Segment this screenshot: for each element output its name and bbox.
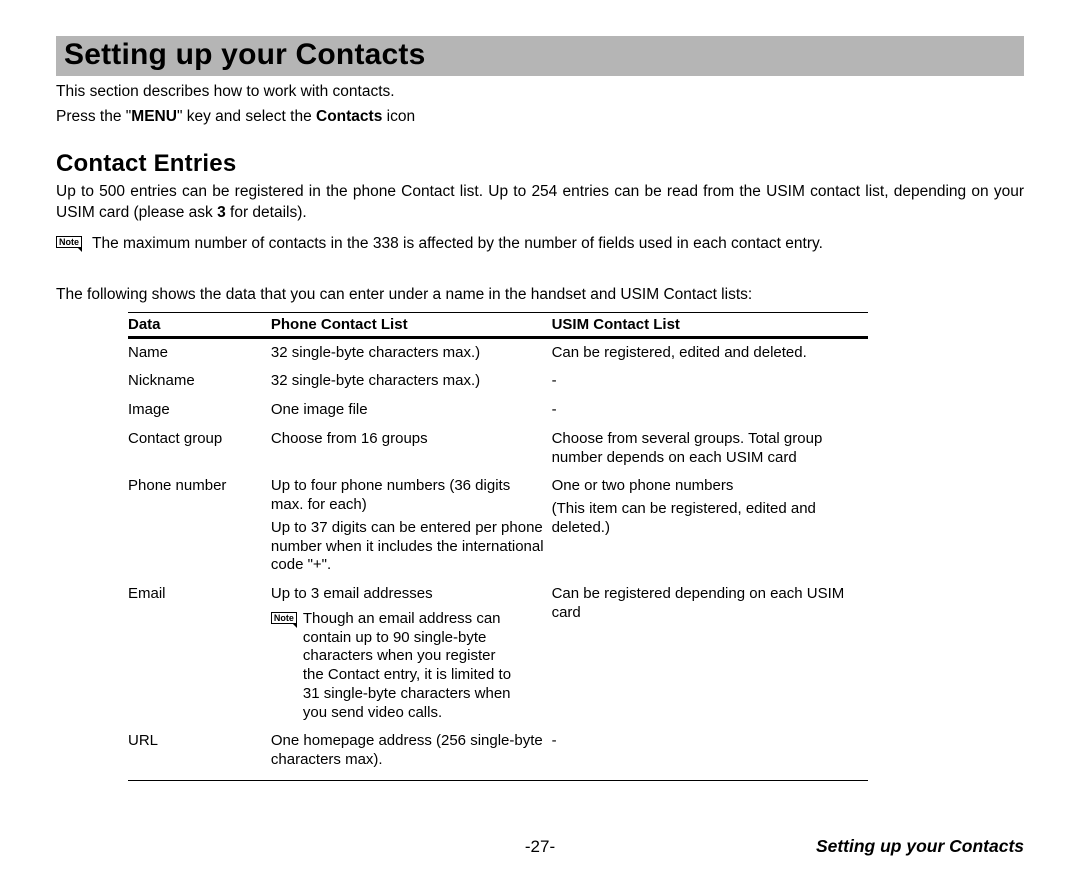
table-row: Name 32 single-byte characters max.) Can…	[128, 337, 868, 367]
cell-usim: Choose from several groups. Total group …	[552, 425, 868, 473]
cell-data: Phone number	[128, 472, 271, 580]
page-title: Setting up your Contacts	[64, 38, 1016, 72]
instruction-post: icon	[382, 108, 415, 125]
footer-title: Setting up your Contacts	[764, 836, 1024, 857]
intro-text: This section describes how to work with …	[56, 82, 1024, 103]
cell-phone: 32 single-byte characters max.)	[271, 367, 552, 396]
page-number: -27-	[316, 837, 764, 857]
cell-usim: -	[552, 396, 868, 425]
cell-phone: Up to 3 email addresses Note Though an e…	[271, 580, 552, 727]
cell-phone-main: Up to 3 email addresses	[271, 585, 544, 604]
instruction-pre: Press the "	[56, 108, 131, 125]
cell-phone: One image file	[271, 396, 552, 425]
cell-phone: Choose from 16 groups	[271, 425, 552, 473]
cell-phone: Up to four phone numbers (36 digits max.…	[271, 472, 552, 580]
instruction-contacts: Contacts	[316, 108, 382, 125]
table-row: Contact group Choose from 16 groups Choo…	[128, 425, 868, 473]
note-icon: Note	[271, 612, 297, 624]
page-title-bar: Setting up your Contacts	[56, 36, 1024, 76]
inline-note-text: Though an email address can contain up t…	[303, 610, 518, 723]
cell-usim-main: One or two phone numbers	[552, 477, 860, 496]
cell-phone-extra: Up to 37 digits can be entered per phone…	[271, 519, 544, 575]
cell-data: Contact group	[128, 425, 271, 473]
inline-note: Note Though an email address can contain…	[271, 610, 544, 723]
section-heading: Contact Entries	[56, 150, 1024, 178]
table-row: Nickname 32 single-byte characters max.)…	[128, 367, 868, 396]
col-header-usim: USIM Contact List	[552, 312, 868, 337]
page-footer: -27- Setting up your Contacts	[0, 836, 1080, 857]
instruction-mid: " key and select the	[177, 108, 316, 125]
cell-data: URL	[128, 727, 271, 780]
cell-usim: One or two phone numbers (This item can …	[552, 472, 868, 580]
cell-data: Email	[128, 580, 271, 727]
cell-data: Name	[128, 337, 271, 367]
note-block: Note The maximum number of contacts in t…	[56, 234, 1024, 255]
table-row: URL One homepage address (256 single-byt…	[128, 727, 868, 780]
capacity-bold: 3	[217, 204, 226, 221]
table-header-row: Data Phone Contact List USIM Contact Lis…	[128, 312, 868, 337]
col-header-data: Data	[128, 312, 271, 337]
capacity-pre: Up to 500 entries can be registered in t…	[56, 183, 1024, 221]
contact-data-table: Data Phone Contact List USIM Contact Lis…	[128, 312, 868, 781]
cell-usim: Can be registered, edited and deleted.	[552, 337, 868, 367]
manual-page: Setting up your Contacts This section de…	[0, 0, 1080, 883]
contact-data-table-wrap: Data Phone Contact List USIM Contact Lis…	[128, 312, 868, 781]
instruction-menu: MENU	[131, 108, 177, 125]
cell-usim-extra: (This item can be registered, edited and…	[552, 500, 860, 538]
cell-phone-main: Up to four phone numbers (36 digits max.…	[271, 477, 544, 515]
table-row: Email Up to 3 email addresses Note Thoug…	[128, 580, 868, 727]
cell-data: Image	[128, 396, 271, 425]
note-icon: Note	[56, 236, 82, 248]
cell-usim: -	[552, 367, 868, 396]
table-row: Image One image file -	[128, 396, 868, 425]
table-row: Phone number Up to four phone numbers (3…	[128, 472, 868, 580]
col-header-phone: Phone Contact List	[271, 312, 552, 337]
cell-usim: Can be registered depending on each USIM…	[552, 580, 868, 727]
cell-usim: -	[552, 727, 868, 780]
capacity-paragraph: Up to 500 entries can be registered in t…	[56, 182, 1024, 224]
instruction-line: Press the "MENU" key and select the Cont…	[56, 107, 1024, 128]
note-text: The maximum number of contacts in the 33…	[92, 234, 1024, 255]
capacity-post: for details).	[226, 204, 307, 221]
cell-data: Nickname	[128, 367, 271, 396]
cell-phone: 32 single-byte characters max.)	[271, 337, 552, 367]
table-lead-text: The following shows the data that you ca…	[56, 285, 1024, 306]
cell-phone: One homepage address (256 single-byte ch…	[271, 727, 552, 780]
